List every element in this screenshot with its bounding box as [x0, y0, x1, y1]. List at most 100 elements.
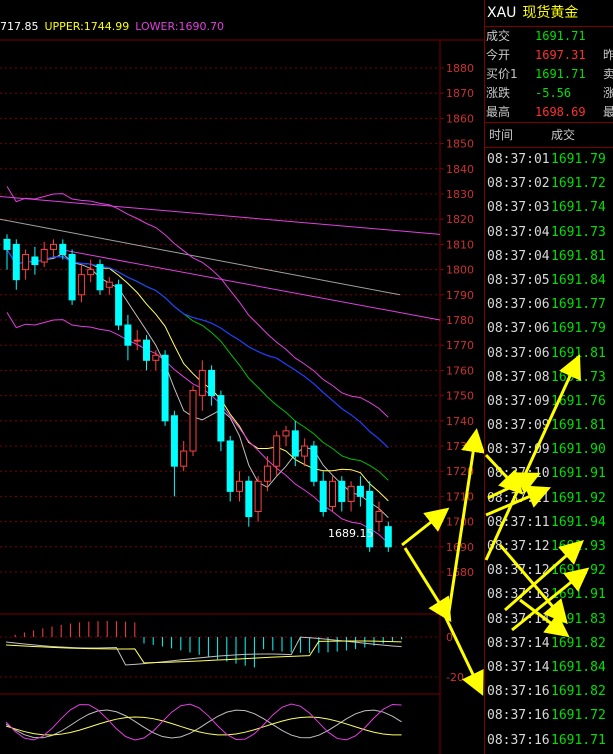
tick-row[interactable]: 08:37:16 1691.71	[485, 729, 613, 753]
quote-row-value: 1691.71	[535, 29, 586, 43]
tick-price: 1691.94	[551, 514, 606, 530]
tick-row[interactable]: 08:37:14 1691.82	[485, 632, 613, 656]
tick-price: 1691.81	[551, 418, 606, 434]
candle-up	[347, 485, 355, 502]
candle-up	[50, 243, 57, 250]
tick-time: 08:37:13	[487, 587, 550, 603]
tick-time: 08:37:10	[487, 466, 550, 482]
tick-row[interactable]: 08:37:06 1691.79	[485, 317, 613, 341]
tick-time: 08:37:01	[487, 152, 550, 167]
tick-time: 08:37:06	[487, 321, 550, 337]
price-tick-label: 1860	[446, 112, 474, 125]
symbol-code: XAU	[487, 5, 517, 21]
tick-row[interactable]: 08:37:08 1691.73	[485, 366, 613, 390]
tick-row[interactable]: 08:37:16 1691.72	[485, 704, 613, 728]
tick-price: 1691.77	[551, 297, 606, 313]
candle-down	[226, 440, 234, 492]
tick-price: 1691.73	[551, 224, 606, 240]
tick-time: 08:37:16	[487, 708, 550, 724]
macd-tick-label: -20	[446, 671, 464, 684]
tick-row[interactable]: 08:37:09 1691.90	[485, 438, 613, 462]
tick-time: 08:37:16	[487, 684, 550, 700]
tick-time: 08:37:16	[487, 732, 550, 748]
tick-price: 1691.74	[551, 200, 606, 216]
candle-down	[217, 395, 225, 442]
price-tick-label: 1780	[446, 314, 474, 327]
tick-row[interactable]: 08:37:09 1691.76	[485, 390, 613, 414]
tick-time: 08:37:12	[487, 539, 550, 554]
tick-row[interactable]: 08:37:03 1691.74	[485, 196, 613, 220]
quote-row-label: 最高	[486, 105, 511, 119]
candle-up	[152, 354, 160, 361]
price-tick-label: 1840	[446, 163, 474, 176]
quote-row-label: 今开	[486, 48, 511, 62]
tick-row[interactable]: 08:37:11 1691.92	[485, 487, 613, 511]
kline-chart[interactable]: 1880 1870 1860 1850 1840 1830 1820 1810 1800 1790…	[0, 0, 484, 754]
tick-time: 08:37:04	[487, 248, 550, 264]
tick-price: 1691.81	[551, 248, 606, 264]
tick-row[interactable]: 08:37:14 1691.84	[485, 656, 613, 680]
tick-row[interactable]: 08:37:14 1691.83	[485, 608, 613, 632]
candle-up	[77, 274, 85, 296]
ticks-list[interactable]: 08:37:01 1691.79 08:37:02 1691.72 08:37:03 16…	[485, 148, 613, 753]
tick-row[interactable]: 08:37:02 1691.72	[485, 172, 613, 196]
boll-upper-line	[6, 186, 389, 418]
candle-up	[40, 248, 48, 263]
quote-row-label: 成交	[486, 29, 511, 43]
tick-row[interactable]: 08:37:16 1691.82	[485, 680, 613, 704]
tick-price: 1691.76	[551, 393, 606, 409]
tick-price: 1691.73	[551, 369, 606, 385]
long-ma-line	[0, 196, 441, 235]
quote-row-value: -5.56	[535, 86, 572, 100]
quote-row: 涨跌 -5.56 涨	[485, 84, 613, 103]
price-tick-label: 1790	[446, 289, 474, 302]
tick-time: 08:37:04	[487, 224, 550, 240]
candle-down	[96, 264, 104, 291]
price-tick-label: 1760	[446, 364, 474, 377]
macd-panel	[5, 621, 403, 668]
tick-price: 1691.72	[551, 176, 606, 192]
candle-down	[245, 480, 253, 518]
tick-time: 08:37:08	[487, 369, 550, 385]
tick-price: 1691.83	[551, 611, 606, 627]
tick-price: 1691.90	[551, 442, 606, 458]
osc-d-line	[5, 716, 402, 736]
candle-down	[68, 253, 76, 301]
tick-time: 08:37:14	[487, 659, 550, 675]
quote-summary: 成交 1691.71 今开 1697.31 昨买价1 1691.71 卖涨跌 -5.56 涨最高…	[485, 27, 613, 122]
quote-row: 成交 1691.71	[485, 27, 613, 46]
price-tick-label: 1770	[446, 339, 474, 352]
ticks-header-time: 时间	[489, 128, 514, 142]
tick-price: 1691.93	[551, 539, 606, 554]
price-tick-label: 1830	[446, 188, 474, 201]
tick-row[interactable]: 08:37:12 1691.92	[485, 559, 613, 583]
tick-row[interactable]: 08:37:06 1691.81	[485, 342, 613, 366]
tick-row[interactable]: 08:37:05 1691.84	[485, 269, 613, 293]
tick-row[interactable]: 08:37:10 1691.91	[485, 462, 613, 486]
tick-time: 08:37:03	[487, 200, 550, 216]
moving-average-lines	[0, 186, 441, 544]
tick-row[interactable]: 08:37:12 1691.93	[485, 535, 613, 559]
tick-row[interactable]: 08:37:04 1691.81	[485, 245, 613, 269]
price-tick-label: 1730	[446, 440, 474, 453]
boll-lower-label: LOWER:	[135, 20, 179, 33]
candle-down	[59, 243, 67, 255]
price-tick-label: 1700	[446, 516, 474, 529]
annotation-arrow	[403, 547, 452, 623]
price-tick-label: 1800	[446, 264, 474, 277]
candle-up	[105, 281, 113, 288]
candle-down	[143, 339, 150, 361]
tick-row[interactable]: 08:37:13 1691.91	[485, 583, 613, 607]
kline-chart-area[interactable]: 1880 1870 1860 1850 1840 1830 1820 1810 1800 1790…	[0, 0, 484, 754]
quote-row: 买价1 1691.71 卖	[485, 65, 613, 84]
tick-row[interactable]: 08:37:04 1691.73	[485, 221, 613, 245]
candle-down	[319, 480, 327, 513]
oscillator-panel	[5, 703, 402, 741]
tick-row[interactable]: 08:37:06 1691.77	[485, 293, 613, 317]
candle-down	[310, 445, 318, 482]
boll-upper-label: UPPER:	[44, 20, 84, 33]
tick-row[interactable]: 08:37:01 1691.79	[485, 148, 613, 172]
tick-row[interactable]: 08:37:09 1691.81	[485, 414, 613, 438]
tick-price: 1691.72	[551, 708, 606, 724]
tick-row[interactable]: 08:37:11 1691.94	[485, 511, 613, 535]
